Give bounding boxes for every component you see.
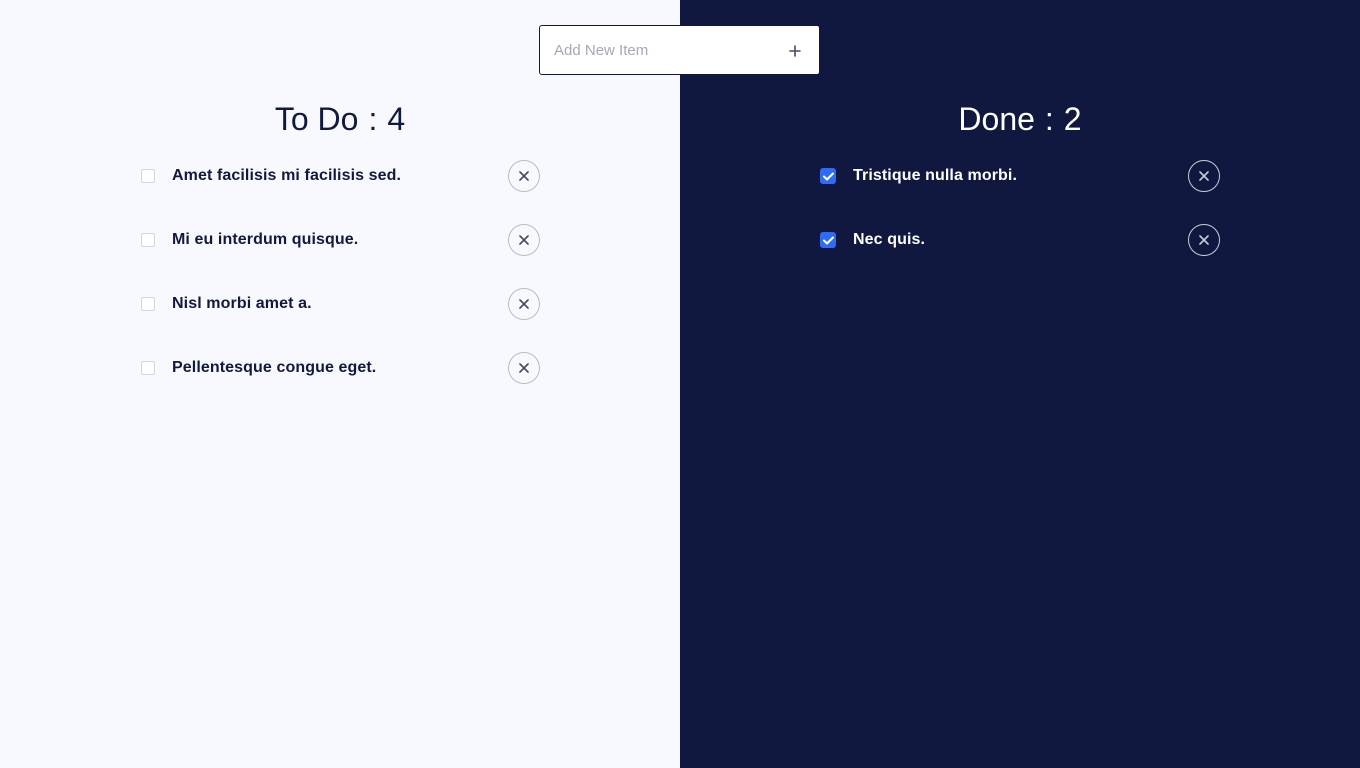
- todo-item-label: Pellentesque congue eget.: [172, 359, 377, 376]
- done-item-label: Nec quis.: [853, 231, 926, 248]
- close-icon: [519, 171, 529, 181]
- done-item-label: Tristique nulla morbi.: [853, 167, 1017, 184]
- todo-app: To Do:4 Amet facilisis mi facilisis sed.…: [0, 0, 1360, 768]
- todo-item-label: Mi eu interdum quisque.: [172, 231, 359, 248]
- todo-item-label: Amet facilisis mi facilisis sed.: [172, 167, 402, 184]
- done-item[interactable]: Nec quis.: [820, 224, 1220, 256]
- remove-item-button[interactable]: [508, 352, 540, 384]
- remove-item-button[interactable]: [1188, 224, 1220, 256]
- todo-title: To Do:4: [0, 98, 680, 140]
- close-icon: [519, 235, 529, 245]
- close-icon: [519, 299, 529, 309]
- done-item-checkbox[interactable]: [820, 232, 836, 248]
- todo-title-separator: :: [368, 101, 378, 137]
- done-item-checkbox[interactable]: [820, 168, 836, 184]
- todo-item[interactable]: Mi eu interdum quisque.: [140, 224, 540, 256]
- todo-item[interactable]: Pellentesque congue eget.: [140, 352, 540, 384]
- add-item-form: [539, 25, 820, 75]
- plus-icon: [789, 45, 801, 57]
- add-item-input[interactable]: [552, 29, 776, 71]
- todo-panel: To Do:4 Amet facilisis mi facilisis sed.…: [0, 0, 680, 768]
- todo-list: Amet facilisis mi facilisis sed. Mi eu i…: [140, 160, 540, 416]
- done-list: Tristique nulla morbi. Nec quis.: [820, 160, 1220, 288]
- done-title-label: Done: [958, 101, 1035, 137]
- done-panel: Done:2 Tristique nulla morbi. Nec quis.: [680, 0, 1360, 768]
- done-count: 2: [1063, 101, 1082, 137]
- remove-item-button[interactable]: [1188, 160, 1220, 192]
- remove-item-button[interactable]: [508, 160, 540, 192]
- todo-item[interactable]: Nisl morbi amet a.: [140, 288, 540, 320]
- todo-item[interactable]: Amet facilisis mi facilisis sed.: [140, 160, 540, 192]
- remove-item-button[interactable]: [508, 224, 540, 256]
- done-item[interactable]: Tristique nulla morbi.: [820, 160, 1220, 192]
- close-icon: [1199, 171, 1209, 181]
- check-icon: [822, 172, 834, 180]
- todo-count: 4: [387, 101, 406, 137]
- todo-item-checkbox[interactable]: [141, 361, 155, 375]
- todo-item-checkbox[interactable]: [141, 233, 155, 247]
- close-icon: [1199, 235, 1209, 245]
- todo-item-label: Nisl morbi amet a.: [172, 295, 312, 312]
- check-icon: [822, 236, 834, 244]
- close-icon: [519, 363, 529, 373]
- todo-item-checkbox[interactable]: [141, 169, 155, 183]
- todo-title-label: To Do: [274, 101, 359, 137]
- remove-item-button[interactable]: [508, 288, 540, 320]
- done-title-separator: :: [1044, 101, 1054, 137]
- todo-item-checkbox[interactable]: [141, 297, 155, 311]
- done-title: Done:2: [680, 98, 1360, 140]
- add-item-button[interactable]: [785, 41, 805, 61]
